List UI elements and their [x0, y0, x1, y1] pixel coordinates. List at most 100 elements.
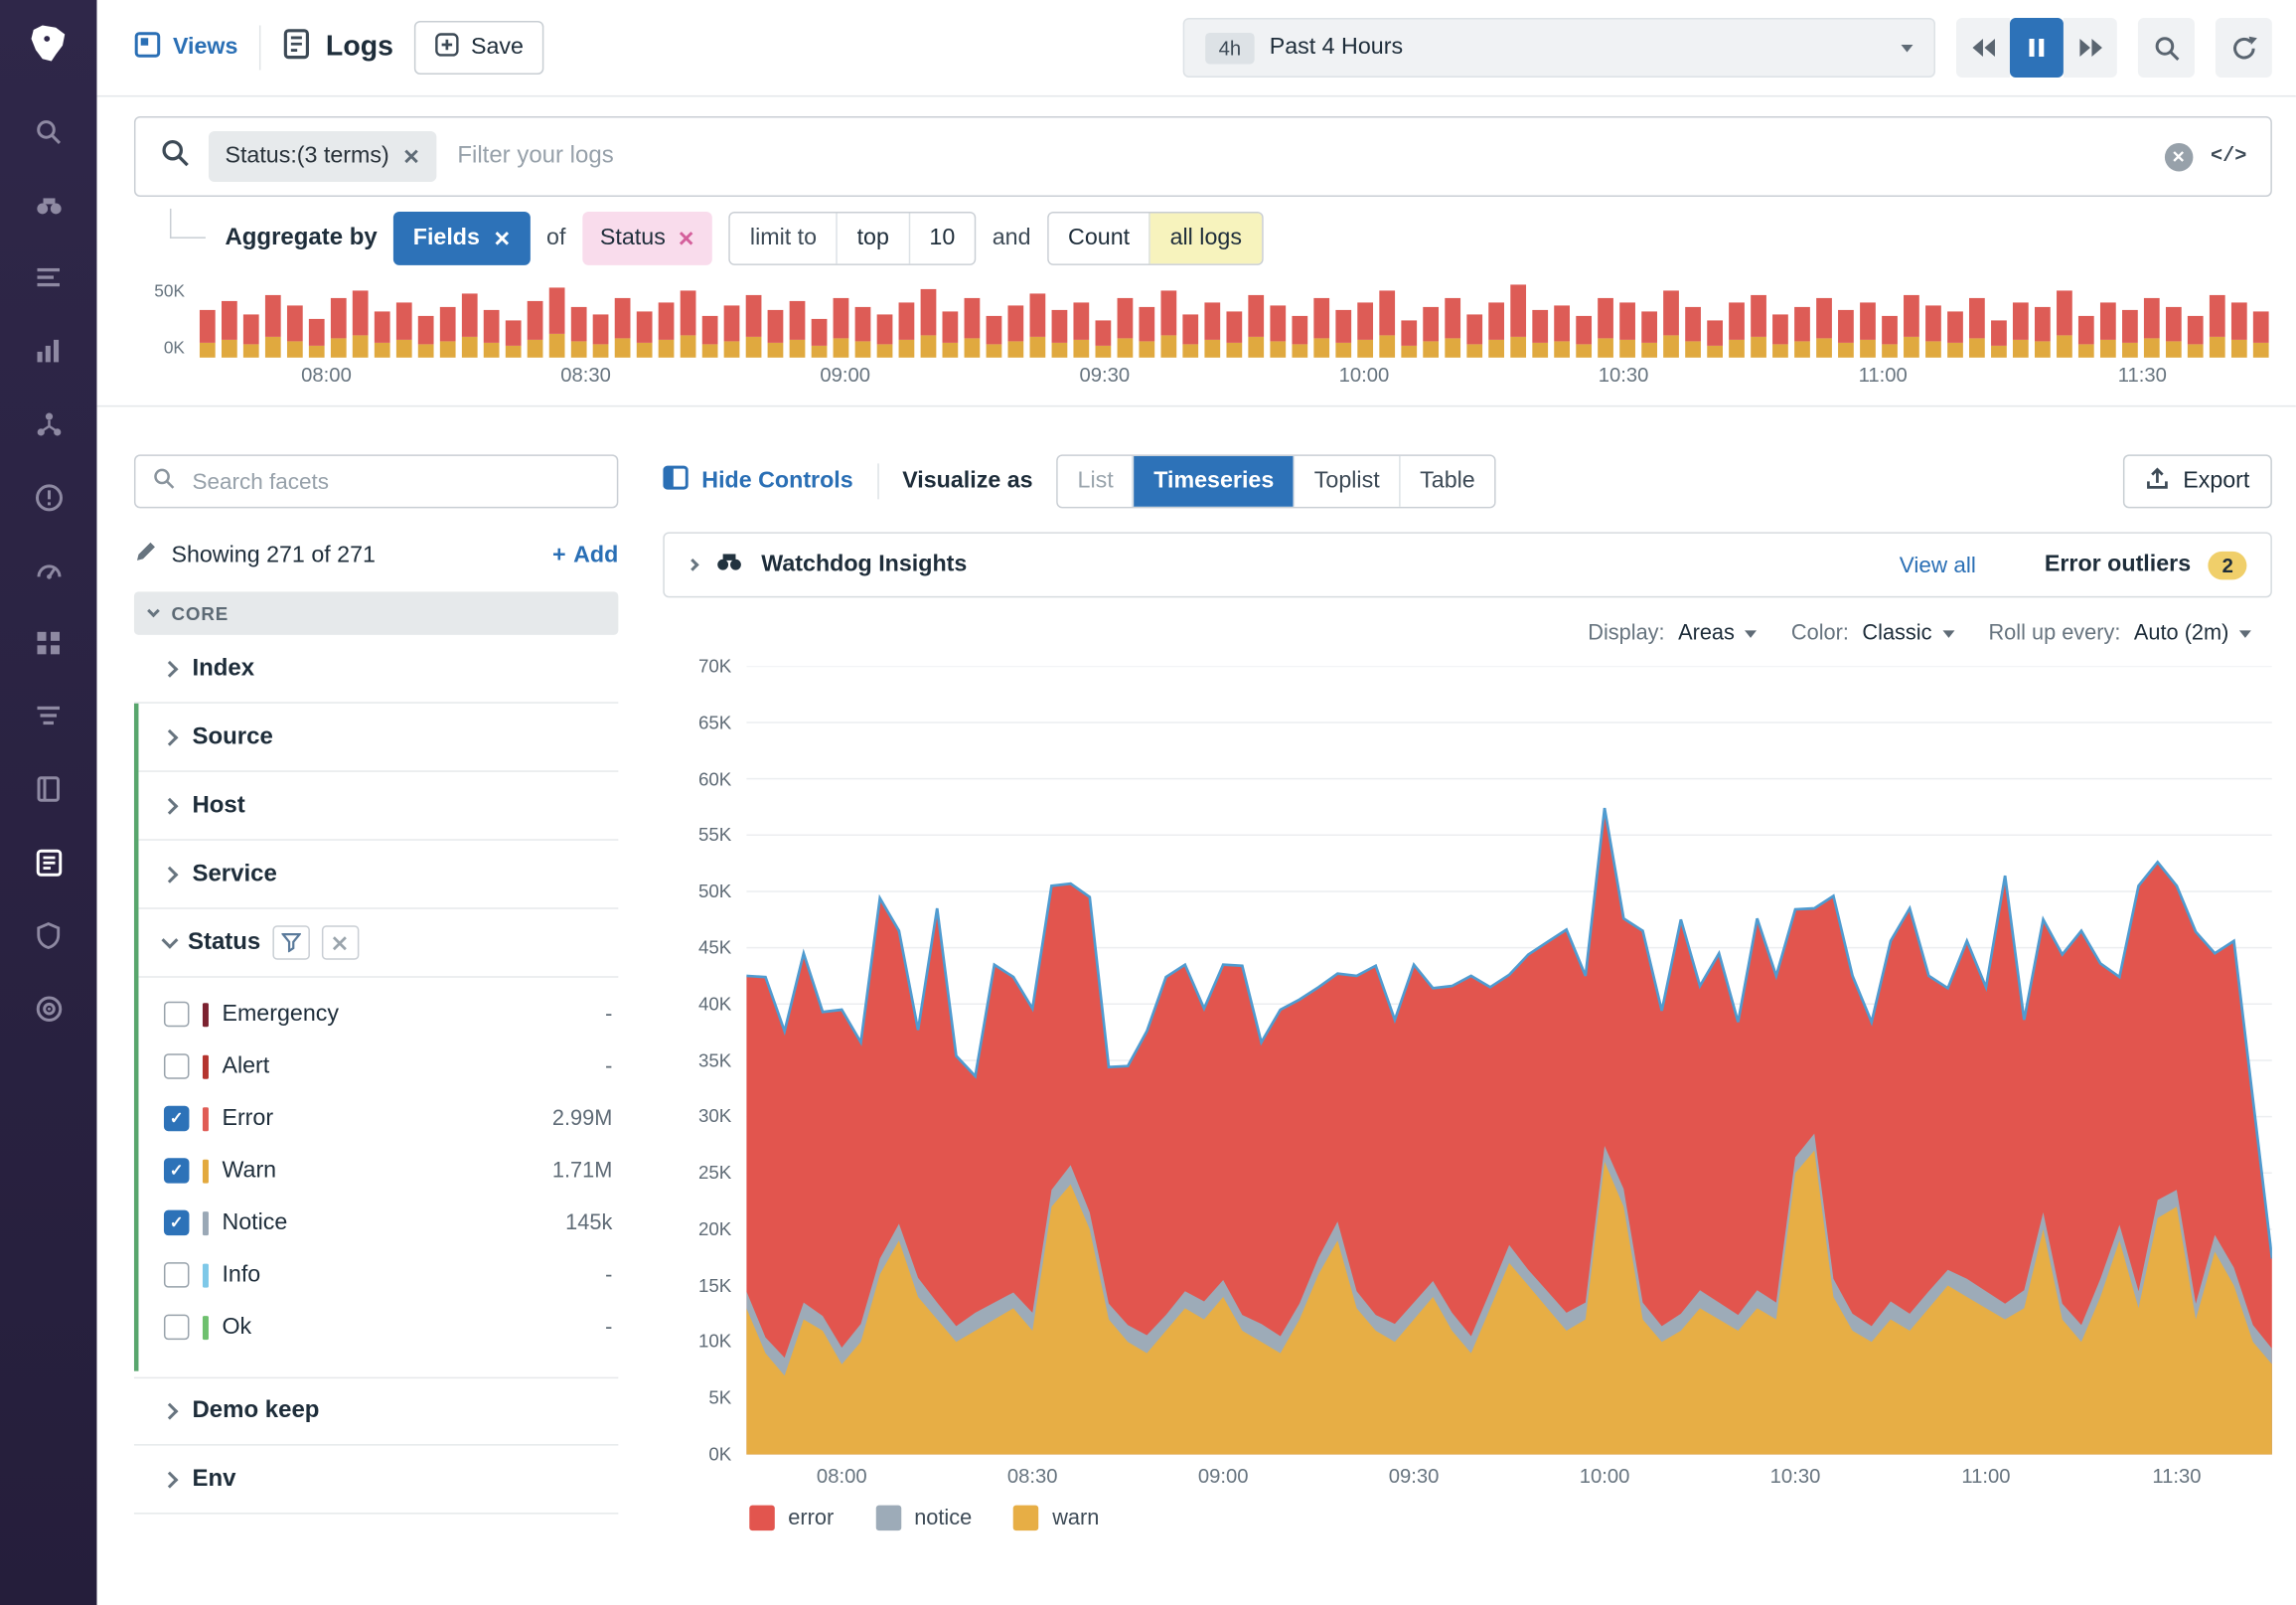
chart-legend: error notice warn — [746, 1506, 2272, 1530]
chart-display-controls: Display: Areas Color: Classic Roll up ev… — [663, 621, 2272, 645]
color-select[interactable]: Classic — [1862, 621, 1954, 645]
apm-icon[interactable] — [0, 388, 96, 460]
filter-pill[interactable]: Status:(3 terms) ✕ — [209, 131, 436, 182]
legend-label: warn — [1052, 1506, 1099, 1529]
top-n-button[interactable]: 10 — [908, 213, 974, 263]
aggregate-fields-button[interactable]: Fields✕ — [393, 212, 530, 265]
count-button[interactable]: Count — [1049, 213, 1149, 263]
legend-item-notice[interactable]: notice — [875, 1506, 972, 1530]
datadog-logo[interactable] — [23, 18, 74, 69]
status-value-alert[interactable]: Alert - — [164, 1041, 612, 1092]
metrics-icon[interactable] — [0, 314, 96, 387]
time-range-picker[interactable]: 4h Past 4 Hours — [1183, 18, 1935, 78]
remove-icon[interactable]: ✕ — [678, 226, 695, 250]
status-color-bar — [203, 1210, 209, 1234]
code-toggle[interactable]: </> — [2211, 145, 2246, 167]
facet-group-env[interactable]: Env — [134, 1446, 618, 1515]
status-checkbox[interactable] — [164, 1002, 189, 1027]
save-button[interactable]: Save — [414, 21, 544, 75]
facet-group-index[interactable]: Index — [134, 635, 618, 704]
facet-pill-status[interactable]: Status✕ — [582, 212, 712, 265]
hide-controls-button[interactable]: Hide Controls — [663, 465, 852, 498]
legend-item-warn[interactable]: warn — [1013, 1506, 1099, 1530]
clear-search-icon[interactable]: ✕ — [2164, 142, 2192, 170]
facet-group-status[interactable]: Status — [138, 909, 618, 978]
visualize-as-label: Visualize as — [902, 468, 1032, 495]
filter-facet-button[interactable] — [272, 925, 309, 959]
graph-zoom-button[interactable] — [2138, 18, 2195, 78]
status-value-emergency[interactable]: Emergency - — [164, 988, 612, 1040]
facet-group-source[interactable]: Source — [138, 704, 618, 772]
chart-y-axis: 0K5K10K15K20K25K30K35K40K45K50K55K60K65K… — [663, 666, 731, 1454]
remove-filter-icon[interactable]: ✕ — [402, 144, 420, 169]
facet-search-input[interactable] — [189, 467, 600, 495]
notebooks-icon[interactable] — [0, 752, 96, 825]
chevron-right-icon[interactable] — [687, 559, 699, 571]
export-button[interactable]: Export — [2123, 454, 2272, 508]
viz-option-toplist[interactable]: Toplist — [1294, 456, 1399, 507]
legend-swatch — [1013, 1506, 1038, 1530]
limit-to-button[interactable]: limit to — [730, 213, 836, 263]
save-label: Save — [471, 34, 524, 61]
rollup-select[interactable]: Auto (2m) — [2134, 621, 2251, 645]
watchdog-insights-bar[interactable]: Watchdog Insights View all Error outlier… — [663, 532, 2272, 597]
edit-icon[interactable] — [134, 540, 158, 570]
y-tick: 5K — [708, 1387, 731, 1408]
status-checkbox[interactable]: ✓ — [164, 1210, 189, 1235]
viz-option-timeseries[interactable]: Timeseries — [1133, 456, 1294, 507]
top-button[interactable]: top — [837, 213, 909, 263]
log-filter-input[interactable] — [454, 141, 2146, 171]
facet-group-label: Index — [192, 655, 254, 682]
synthetics-icon[interactable] — [0, 534, 96, 606]
views-button[interactable]: Views — [134, 31, 237, 65]
status-value-warn[interactable]: ✓ Warn 1.71M — [164, 1145, 612, 1197]
rewind-button[interactable] — [1956, 18, 2010, 78]
view-all-link[interactable]: View all — [1900, 553, 1976, 577]
chevron-down-icon — [1942, 630, 1954, 637]
rum-icon[interactable] — [0, 972, 96, 1044]
log-search-bar[interactable]: Status:(3 terms) ✕ ✕ </> — [134, 116, 2272, 197]
histogram-plot[interactable]: 08:0008:3009:0009:3010:0010:3011:0011:30 — [197, 283, 2272, 391]
search-icon — [159, 137, 190, 176]
watchdog-icon[interactable] — [0, 168, 96, 241]
error-outliers-label[interactable]: Error outliers — [2045, 552, 2191, 578]
status-checkbox[interactable] — [164, 1262, 189, 1287]
status-value-ok[interactable]: Ok - — [164, 1301, 612, 1353]
facet-group-host[interactable]: Host — [138, 772, 618, 841]
x-tick: 11:30 — [2152, 1465, 2201, 1487]
divider — [877, 463, 878, 499]
monitors-icon[interactable] — [0, 460, 96, 533]
status-value-info[interactable]: Info - — [164, 1249, 612, 1301]
facet-group-demo-keep[interactable]: Demo keep — [134, 1377, 618, 1446]
refresh-button[interactable] — [2216, 18, 2272, 78]
status-value-error[interactable]: ✓ Error 2.99M — [164, 1092, 612, 1144]
search-icon[interactable] — [0, 95, 96, 168]
facet-group-label: Env — [192, 1466, 235, 1493]
remove-icon[interactable]: ✕ — [493, 226, 511, 250]
security-icon[interactable] — [0, 898, 96, 971]
status-checkbox[interactable]: ✓ — [164, 1158, 189, 1183]
display-select[interactable]: Areas — [1678, 621, 1757, 645]
chart-plot-area[interactable] — [746, 666, 2272, 1454]
integrations-icon[interactable] — [0, 606, 96, 679]
pause-button[interactable] — [2010, 18, 2064, 78]
chevron-right-icon — [161, 866, 178, 883]
viz-option-list[interactable]: List — [1058, 456, 1133, 507]
fast-forward-button[interactable] — [2064, 18, 2117, 78]
clear-facet-button[interactable] — [322, 925, 359, 959]
viz-option-table[interactable]: Table — [1399, 456, 1494, 507]
facet-search[interactable] — [134, 454, 618, 508]
logs-icon[interactable] — [0, 826, 96, 898]
log-stream-icon[interactable] — [0, 241, 96, 314]
status-count: 145k — [565, 1210, 612, 1234]
pipelines-icon[interactable] — [0, 680, 96, 752]
status-value-notice[interactable]: ✓ Notice 145k — [164, 1197, 612, 1248]
status-checkbox[interactable] — [164, 1315, 189, 1340]
status-checkbox[interactable]: ✓ — [164, 1106, 189, 1131]
status-checkbox[interactable] — [164, 1053, 189, 1078]
facet-group-service[interactable]: Service — [138, 841, 618, 909]
core-group-header[interactable]: CORE — [134, 591, 618, 634]
add-facet-button[interactable]: +Add — [552, 542, 618, 568]
legend-item-error[interactable]: error — [749, 1506, 834, 1530]
all-logs-button[interactable]: all logs — [1149, 213, 1262, 263]
